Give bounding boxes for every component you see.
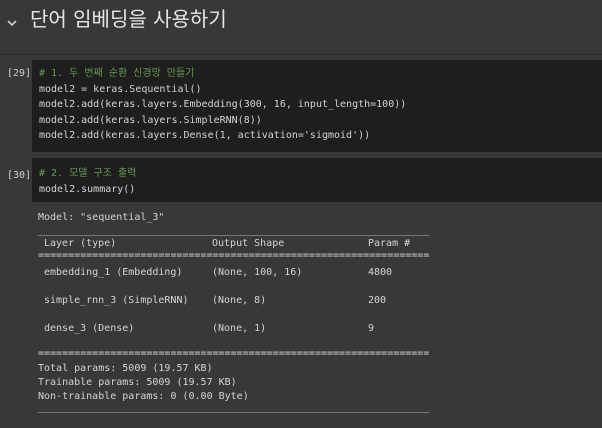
code-editor[interactable]: # 1. 두 번째 순환 신경망 만들기 model2 = keras.Sequ… <box>32 60 602 152</box>
code-line: model2.summary() <box>39 183 136 195</box>
execution-count: [29] <box>7 68 32 79</box>
code-text: model2.add(keras.layers.SimpleRNN(8)) <box>39 114 262 126</box>
row-param: 9 <box>368 323 375 334</box>
code-line: model2.add(keras.layers.Embedding(300, 1… <box>39 97 602 113</box>
row-shape: (None, 1) <box>212 323 267 334</box>
header-layer: Layer (type) <box>44 238 117 249</box>
header-param: Param # <box>368 238 411 249</box>
code-cell-29[interactable]: [29] # 1. 두 번째 순환 신경망 만들기 model2 = keras… <box>0 60 602 152</box>
code-text: model2.add(keras.layers.Dense(1, activat… <box>39 130 371 141</box>
row-shape: (None, 8) <box>212 295 267 306</box>
row-param: 4800 <box>368 267 393 278</box>
dash-rule: ________________________________________… <box>38 402 430 413</box>
model-name-line: Model: "sequential_3" <box>38 212 165 223</box>
section-title: 단어 임베딩을 사용하기 <box>30 7 227 31</box>
code-line: model2.add(keras.layers.Dense(1, activat… <box>39 128 602 144</box>
code-line: model2.add(keras.layers.SimpleRNN(8)) <box>39 113 602 129</box>
code-text: model2.add(keras.layers.Embedding(300, 1… <box>39 99 407 110</box>
row-layer: dense_3 (Dense) <box>44 323 135 334</box>
eq-rule: ========================================… <box>38 250 430 261</box>
total-params: Total params: 5009 (19.57 KB) <box>38 363 213 374</box>
row-layer: embedding_1 (Embedding) <box>44 267 183 278</box>
chevron-down-icon[interactable] <box>6 17 18 29</box>
row-param: 200 <box>368 295 387 306</box>
code-line: model2 = keras.Sequential() <box>39 83 202 95</box>
row-layer: simple_rnn_3 (SimpleRNN) <box>44 295 189 306</box>
trainable-params: Trainable params: 5009 (19.57 KB) <box>38 377 237 388</box>
eq-rule: ========================================… <box>38 348 430 359</box>
header-output-shape: Output Shape <box>212 238 285 249</box>
code-editor[interactable]: # 2. 모델 구조 출력 model2.summary() <box>32 158 602 202</box>
dash-rule: ________________________________________… <box>38 225 430 236</box>
row-shape: (None, 100, 16) <box>212 267 303 278</box>
code-line: # 2. 모델 구조 출력 <box>39 168 137 179</box>
section-header: 단어 임베딩을 사용하기 <box>0 0 602 55</box>
execution-count: [30] <box>7 170 32 181</box>
code-line: # 1. 두 번째 순환 신경망 만들기 <box>39 68 195 79</box>
code-cell-30[interactable]: [30] # 2. 모델 구조 출력 model2.summary() <box>0 158 602 202</box>
